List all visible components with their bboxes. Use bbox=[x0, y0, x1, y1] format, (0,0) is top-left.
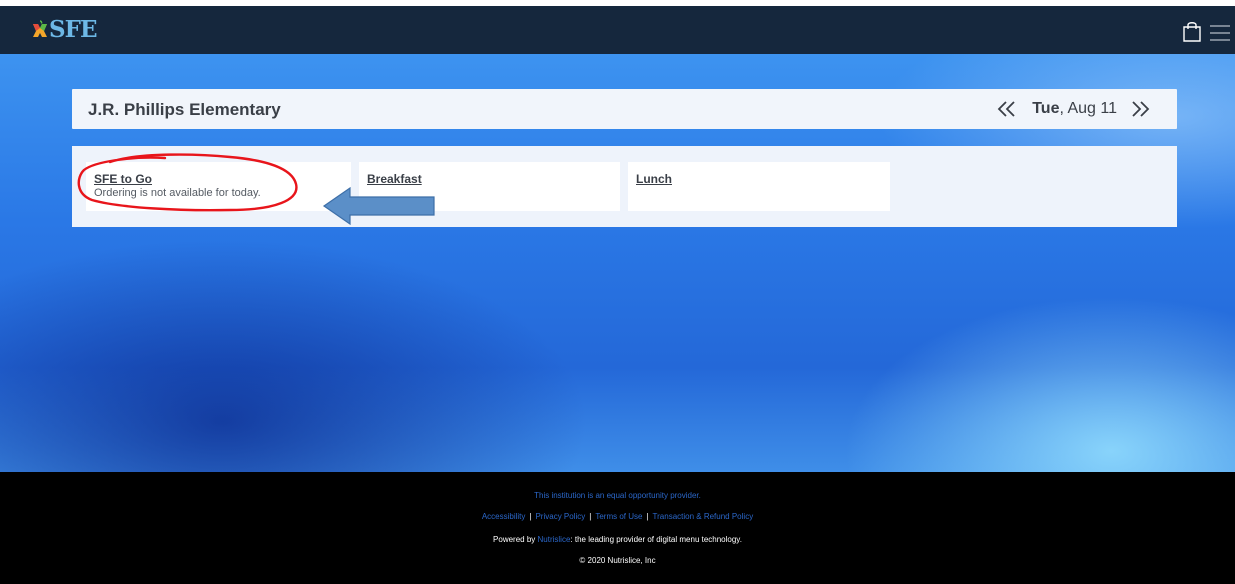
sfe-apple-logo-icon bbox=[33, 20, 47, 37]
current-date[interactable]: Tue, Aug 11 bbox=[1032, 100, 1117, 118]
menu-title-breakfast[interactable]: Breakfast bbox=[367, 172, 620, 186]
double-chevron-left-icon[interactable] bbox=[996, 100, 1018, 118]
powered-prefix: Powered by bbox=[493, 535, 538, 544]
page: SFE J.R. Phillips Elementary Tue, Aug 11 bbox=[0, 0, 1235, 584]
double-chevron-right-icon[interactable] bbox=[1129, 100, 1151, 118]
hamburger-menu-icon[interactable] bbox=[1208, 23, 1232, 43]
copyright-text: © 2020 Nutrislice, Inc bbox=[579, 556, 656, 565]
school-header-bar: J.R. Phillips Elementary Tue, Aug 11 bbox=[72, 89, 1177, 129]
powered-by-line: Powered by Nutrislice: the leading provi… bbox=[0, 535, 1235, 544]
footer-separator: | bbox=[646, 512, 649, 521]
date-rest: , Aug 11 bbox=[1059, 100, 1117, 117]
shopping-bag-icon[interactable] bbox=[1182, 20, 1202, 42]
powered-suffix: : the leading provider of digital menu t… bbox=[570, 535, 742, 544]
link-privacy-policy[interactable]: Privacy Policy bbox=[535, 512, 585, 521]
menu-status-sfe-to-go: Ordering is not available for today. bbox=[94, 187, 261, 199]
top-navbar: SFE bbox=[0, 6, 1235, 54]
logo-text: SFE bbox=[49, 15, 97, 43]
date-navigator: Tue, Aug 11 bbox=[996, 97, 1151, 121]
sfe-logo[interactable]: SFE bbox=[32, 15, 97, 43]
equal-opportunity-text: This institution is an equal opportunity… bbox=[534, 491, 701, 500]
date-day: Tue bbox=[1032, 100, 1060, 117]
link-transaction-refund-policy[interactable]: Transaction & Refund Policy bbox=[653, 512, 754, 521]
menu-card-breakfast[interactable]: Breakfast bbox=[359, 162, 620, 211]
menu-card-lunch[interactable]: Lunch bbox=[628, 162, 890, 211]
footer: This institution is an equal opportunity… bbox=[0, 472, 1235, 584]
footer-links: Accessibility | Privacy Policy | Terms of Us… bbox=[0, 512, 1235, 521]
school-name: J.R. Phillips Elementary bbox=[88, 100, 281, 119]
link-terms-of-use[interactable]: Terms of Use bbox=[595, 512, 642, 521]
footer-separator: | bbox=[529, 512, 532, 521]
link-nutrislice[interactable]: Nutrislice bbox=[538, 535, 571, 544]
menu-card-sfe-to-go[interactable]: SFE to Go Ordering is not available for … bbox=[86, 162, 351, 211]
menu-title-lunch[interactable]: Lunch bbox=[636, 172, 890, 186]
menu-title-sfe-to-go[interactable]: SFE to Go bbox=[94, 172, 351, 186]
footer-separator: | bbox=[589, 512, 592, 521]
link-accessibility[interactable]: Accessibility bbox=[482, 512, 526, 521]
menus-panel: SFE to Go Ordering is not available for … bbox=[72, 146, 1177, 227]
